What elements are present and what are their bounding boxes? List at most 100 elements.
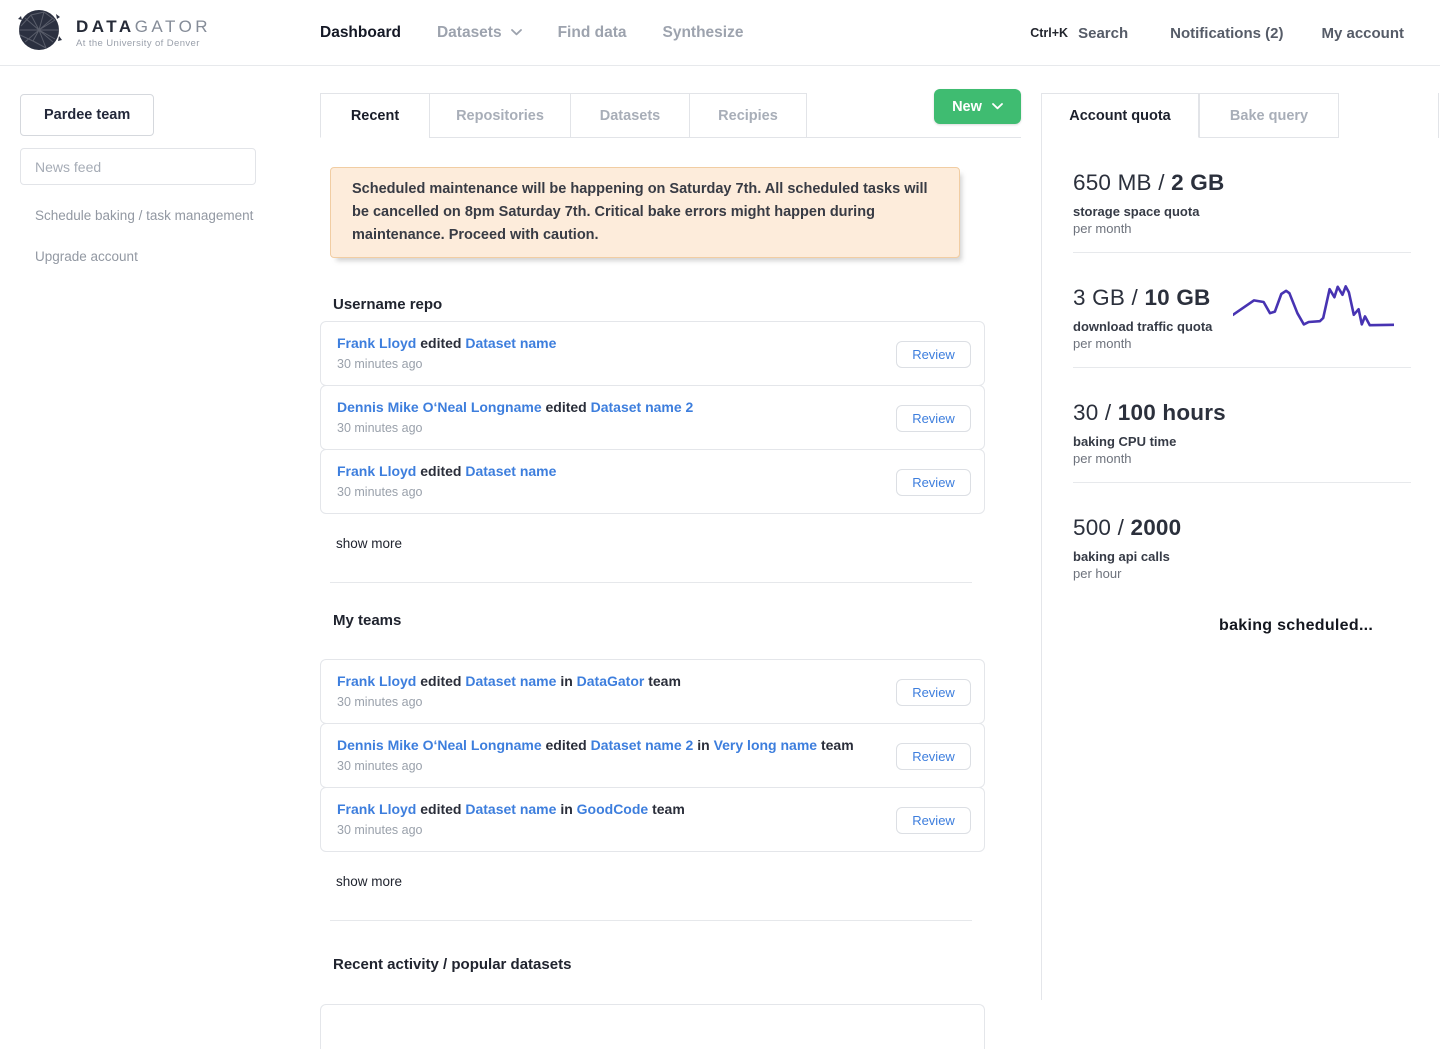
keyboard-shortcut-label: Ctrl+K <box>1030 26 1068 40</box>
quota-cpu-time: 30 / 100 hours baking CPU time per month <box>1042 368 1440 482</box>
quota-period: per month <box>1073 337 1440 350</box>
search-link[interactable]: Search <box>1078 25 1128 42</box>
activity-row: Dennis Mike O‘Neal Longname edited Datas… <box>320 723 985 788</box>
activity-team-link[interactable]: GoodCode <box>577 801 649 817</box>
tab-recent[interactable]: Recent <box>320 93 430 138</box>
activity-time: 30 minutes ago <box>337 357 892 371</box>
activity-in: in <box>560 801 572 817</box>
nav-item-dashboard[interactable]: Dashboard <box>320 24 401 42</box>
activity-dataset-link[interactable]: Dataset name <box>465 801 556 817</box>
activity-line: Frank Lloyd edited Dataset name <box>337 335 892 351</box>
activity-line: Frank Lloyd edited Dataset name <box>337 463 892 479</box>
activity-time: 30 minutes ago <box>337 421 892 435</box>
tab-bake-query[interactable]: Bake query <box>1199 93 1339 138</box>
activity-action: edited <box>546 737 587 753</box>
quota-period: per hour <box>1073 567 1440 580</box>
new-button[interactable]: New <box>934 89 1021 124</box>
activity-action: edited <box>420 335 461 351</box>
review-button[interactable]: Review <box>896 469 971 496</box>
sidebar-link-schedule-baking[interactable]: Schedule baking / task management <box>35 208 260 223</box>
activity-time: 30 minutes ago <box>337 823 892 837</box>
activity-user-link[interactable]: Dennis Mike O‘Neal Longname <box>337 399 542 415</box>
quota-period: per month <box>1073 452 1440 465</box>
quota-tabbar: Account quota Bake query <box>1042 93 1440 138</box>
quota-label: baking api calls <box>1073 550 1440 563</box>
activity-row: Frank Lloyd edited Dataset name in DataG… <box>320 659 985 724</box>
quota-download-traffic: 3 GB / 10 GB download traffic quota per … <box>1042 253 1440 367</box>
activity-action: edited <box>420 801 461 817</box>
notifications-link[interactable]: Notifications (2) <box>1170 25 1283 42</box>
activity-team-suffix: team <box>821 737 854 753</box>
activity-team-suffix: team <box>652 801 685 817</box>
activity-dataset-link[interactable]: Dataset name 2 <box>591 399 694 415</box>
activity-user-link[interactable]: Frank Lloyd <box>337 673 416 689</box>
quota-value: 30 / 100 hours <box>1073 400 1440 426</box>
review-button[interactable]: Review <box>896 405 971 432</box>
activity-row: Frank Lloyd edited Dataset name in GoodC… <box>320 787 985 852</box>
review-button[interactable]: Review <box>896 341 971 368</box>
divider <box>330 582 972 583</box>
header-right: Ctrl+K Search Notifications (2) My accou… <box>1030 0 1404 66</box>
show-more-link[interactable]: show more <box>336 874 402 889</box>
activity-user-link[interactable]: Frank Lloyd <box>337 801 416 817</box>
brand-subtitle: At the University of Denver <box>76 38 211 49</box>
activity-user-link[interactable]: Dennis Mike O‘Neal Longname <box>337 737 542 753</box>
team-button[interactable]: Pardee team <box>20 94 154 136</box>
activity-line: Dennis Mike O‘Neal Longname edited Datas… <box>337 737 892 753</box>
review-button[interactable]: Review <box>896 679 971 706</box>
activity-line: Dennis Mike O‘Neal Longname edited Datas… <box>337 399 892 415</box>
quota-period: per month <box>1073 222 1440 235</box>
nav-item-synthesize[interactable]: Synthesize <box>662 24 743 42</box>
activity-team-link[interactable]: Very long name <box>714 737 817 753</box>
tab-datasets[interactable]: Datasets <box>570 93 690 138</box>
review-button[interactable]: Review <box>896 807 971 834</box>
news-feed-box[interactable]: News feed <box>20 148 256 185</box>
activity-dataset-link[interactable]: Dataset name <box>465 335 556 351</box>
search-control[interactable]: Ctrl+K Search <box>1030 25 1128 42</box>
activity-user-link[interactable]: Frank Lloyd <box>337 463 416 479</box>
review-button[interactable]: Review <box>896 743 971 770</box>
quota-value: 500 / 2000 <box>1073 515 1440 541</box>
quota-storage: 650 MB / 2 GB storage space quota per mo… <box>1042 138 1440 252</box>
activity-action: edited <box>420 673 461 689</box>
activity-row: Frank Lloyd edited Dataset name 30 minut… <box>320 449 985 514</box>
activity-time: 30 minutes ago <box>337 759 892 773</box>
tab-recipies[interactable]: Recipies <box>689 93 807 138</box>
activity-in: in <box>697 737 709 753</box>
activity-dataset-link[interactable]: Dataset name <box>465 463 556 479</box>
brand-logo[interactable]: DATAGATOR At the University of Denver <box>0 6 320 59</box>
show-more-link[interactable]: show more <box>336 536 402 551</box>
section-title-username-repo: Username repo <box>333 296 1021 313</box>
nav-item-find-data[interactable]: Find data <box>558 24 627 42</box>
quota-value: 650 MB / 2 GB <box>1073 170 1440 196</box>
activity-action: edited <box>546 399 587 415</box>
activity-dataset-link[interactable]: Dataset name <box>465 673 556 689</box>
tab-repositories[interactable]: Repositories <box>429 93 571 138</box>
sidebar-link-upgrade-account[interactable]: Upgrade account <box>35 249 260 264</box>
main-content: Recent Repositories Datasets Recipies Ne… <box>320 93 1021 1049</box>
activity-line: Frank Lloyd edited Dataset name in DataG… <box>337 673 892 689</box>
activity-user-link[interactable]: Frank Lloyd <box>337 335 416 351</box>
recent-activity-box <box>320 1004 985 1049</box>
tab-account-quota[interactable]: Account quota <box>1042 93 1199 138</box>
activity-time: 30 minutes ago <box>337 485 892 499</box>
top-header: DATAGATOR At the University of Denver Da… <box>0 0 1440 66</box>
nav-item-datasets[interactable]: Datasets <box>437 24 522 42</box>
brand-name: DATAGATOR <box>76 17 211 36</box>
activity-in: in <box>560 673 572 689</box>
activity-action: edited <box>420 463 461 479</box>
activity-dataset-link[interactable]: Dataset name 2 <box>591 737 694 753</box>
quota-label: storage space quota <box>1073 205 1440 218</box>
activity-list-my-teams: Frank Lloyd edited Dataset name in DataG… <box>320 659 985 852</box>
activity-row: Frank Lloyd edited Dataset name 30 minut… <box>320 321 985 386</box>
activity-team-link[interactable]: DataGator <box>577 673 645 689</box>
activity-time: 30 minutes ago <box>337 695 892 709</box>
chevron-down-icon <box>511 29 522 36</box>
section-title-recent-activity: Recent activity / popular datasets <box>333 956 1021 973</box>
baking-status-text: baking scheduled... <box>1042 617 1440 635</box>
left-sidebar: Pardee team News feed Schedule baking / … <box>20 94 260 264</box>
my-account-link[interactable]: My account <box>1321 25 1404 42</box>
chevron-down-icon <box>992 103 1003 110</box>
activity-line: Frank Lloyd edited Dataset name in GoodC… <box>337 801 892 817</box>
tab-edge-divider <box>1438 93 1439 138</box>
